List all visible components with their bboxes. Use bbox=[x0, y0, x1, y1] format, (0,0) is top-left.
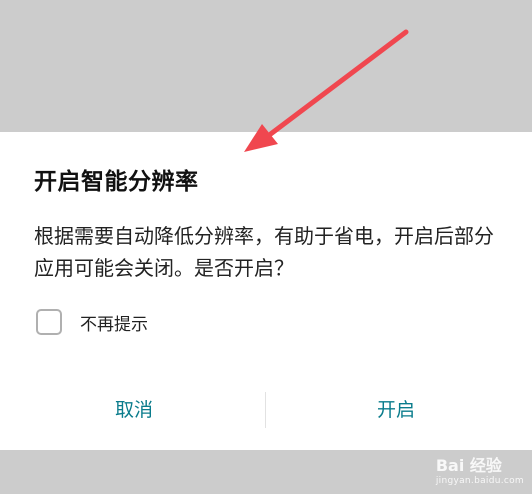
red-arrow-annotation bbox=[244, 29, 409, 152]
baidu-watermark: Bai 经验 jingyan.baidu.com bbox=[436, 452, 524, 486]
watermark-brand: Bai 经验 bbox=[435, 456, 502, 475]
watermark-url: jingyan.baidu.com bbox=[435, 476, 524, 486]
